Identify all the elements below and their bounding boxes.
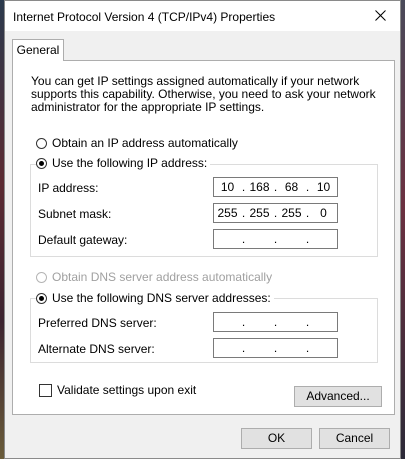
title-bar[interactable]: Internet Protocol Version 4 (TCP/IPv4) P… [5,1,400,31]
close-icon [375,10,386,21]
advanced-button[interactable]: Advanced... [294,386,382,407]
description-text: You can get IP settings assigned automat… [31,74,376,114]
dialog-window: Internet Protocol Version 4 (TCP/IPv4) P… [4,0,401,459]
ip-dot: . [273,232,278,246]
dns-manual-option[interactable]: Use the following DNS server addresses: [36,291,274,305]
subnet-mask-field[interactable]: 255. 255. 255. 0 [213,203,338,223]
close-button[interactable] [362,1,400,31]
default-gateway-field[interactable]: . . . [213,229,338,249]
ip-dot: . [241,232,246,246]
ip-octet: 0 [320,206,327,220]
dns-auto-option[interactable]: Obtain DNS server address automatically [36,270,272,284]
ip-dot: . [305,232,310,246]
subnet-mask-label: Subnet mask: [38,207,112,221]
ip-manual-radio[interactable] [36,157,47,169]
alternate-dns-label: Alternate DNS server: [38,342,155,356]
ip-octet: 10 [220,180,235,194]
ip-auto-label: Obtain an IP address automatically [52,136,238,150]
ip-dot: . [273,341,278,355]
ip-dot: . [273,315,278,329]
ip-manual-label: Use the following IP address: [52,156,208,170]
ip-address-field[interactable]: 10. 168. 68. 10 [213,177,338,197]
ip-dot: . [305,315,310,329]
ip-dot: . [305,341,310,355]
ip-address-label: IP address: [38,181,99,195]
dns-auto-radio[interactable] [36,271,47,283]
desktop-background-right [401,0,405,459]
ip-auto-option[interactable]: Obtain an IP address automatically [36,136,238,150]
ip-octet: 68 [284,180,299,194]
preferred-dns-label: Preferred DNS server: [38,316,157,330]
ip-octet: 10 [316,180,331,194]
validate-checkbox[interactable] [39,383,52,397]
validate-label: Validate settings upon exit [57,383,197,397]
tab-general[interactable]: General [12,39,64,61]
preferred-dns-field[interactable]: . . . [213,312,338,332]
validate-option[interactable]: Validate settings upon exit [39,383,196,397]
ip-manual-option[interactable]: Use the following IP address: [36,156,211,170]
ip-octet: 168 [249,180,270,194]
dns-auto-label: Obtain DNS server address automatically [52,270,273,284]
cancel-button[interactable]: Cancel [319,428,390,449]
alternate-dns-field[interactable]: . . . [213,338,338,358]
ip-octet: 255 [281,206,302,220]
dns-manual-label: Use the following DNS server addresses: [52,291,271,305]
ip-dot: . [241,341,246,355]
ip-octet: 255 [249,206,270,220]
window-title: Internet Protocol Version 4 (TCP/IPv4) P… [13,10,276,24]
ip-auto-radio[interactable] [36,137,47,149]
default-gateway-label: Default gateway: [38,233,128,247]
dns-manual-radio[interactable] [36,292,47,304]
ip-octet: 255 [217,206,238,220]
ip-dot: . [241,315,246,329]
general-tab-panel: You can get IP settings assigned automat… [12,60,395,415]
ok-button[interactable]: OK [241,428,312,449]
